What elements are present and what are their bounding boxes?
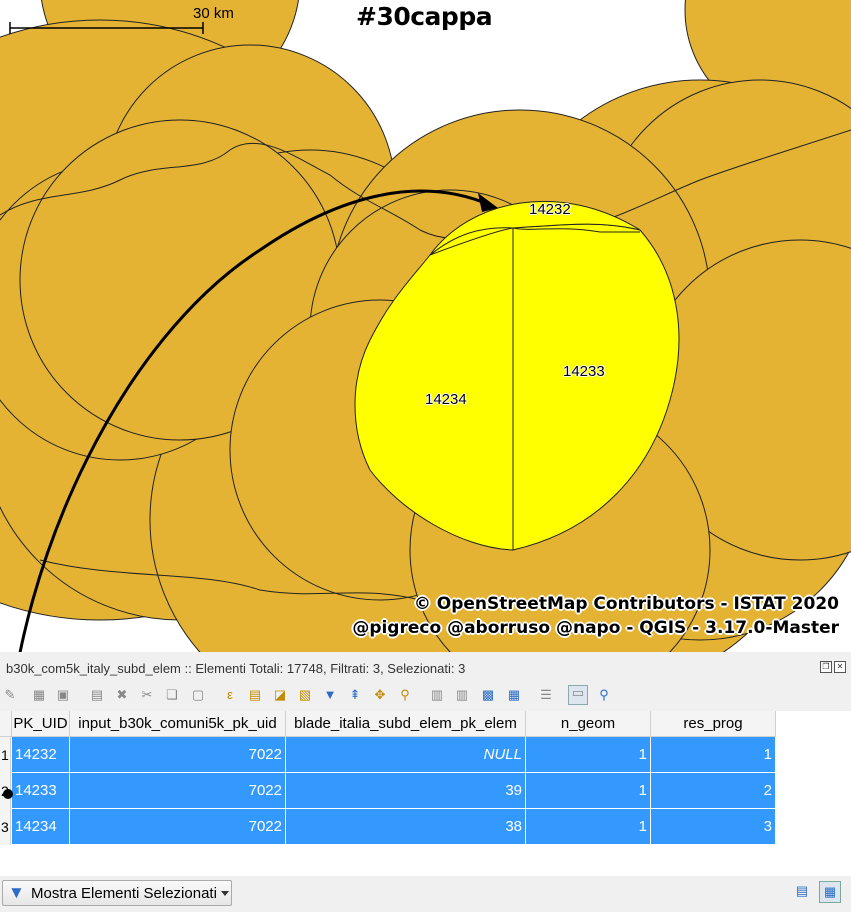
multi-edit-icon[interactable]: ▦ xyxy=(32,688,46,702)
add-feature-icon[interactable]: ▤ xyxy=(90,688,104,702)
table-cell[interactable]: 7022 xyxy=(70,737,286,773)
map-title: #30cappa xyxy=(356,2,493,31)
filter-button-label: Mostra Elementi Selezionati xyxy=(31,885,217,902)
table-cell[interactable]: 39 xyxy=(286,773,526,809)
table-view-icon[interactable]: ▦ xyxy=(819,881,841,903)
table-cell[interactable]: 38 xyxy=(286,809,526,845)
copy-icon[interactable]: ❏ xyxy=(165,688,179,702)
cut-icon[interactable]: ✂ xyxy=(140,688,154,702)
attribute-table-title: b30k_com5k_italy_subd_elem :: Elementi T… xyxy=(6,661,466,676)
table-cell[interactable]: 1 xyxy=(526,737,651,773)
column-header-pk-elem[interactable]: blade_italia_subd_elem_pk_elem xyxy=(286,711,526,737)
table-cell[interactable]: 1 xyxy=(526,773,651,809)
table-cell[interactable]: 1 xyxy=(526,809,651,845)
field-calculator-icon[interactable]: ▩ xyxy=(481,688,495,702)
column-header-input-pk-uid[interactable]: input_b30k_comuni5k_pk_uid xyxy=(70,711,286,737)
scale-bar-label: 30 km xyxy=(193,5,234,22)
zoom-to-selection-icon[interactable]: ⚲ xyxy=(398,688,412,702)
filter-selection-icon[interactable]: ▼ xyxy=(323,688,337,702)
row-number[interactable]: 1 xyxy=(0,737,11,773)
map-canvas[interactable]: #30cappa 30 km 14232 14233 14234 © OpenS… xyxy=(0,0,851,652)
table-cell[interactable]: 14232 xyxy=(12,737,70,773)
corner-header[interactable] xyxy=(0,711,12,737)
show-selected-features-dropdown[interactable]: ▼ Mostra Elementi Selezionati xyxy=(2,880,232,906)
expression-select-icon[interactable]: ε xyxy=(223,688,237,702)
column-header-res-prog[interactable]: res_prog xyxy=(651,711,776,737)
chevron-down-icon xyxy=(221,891,229,896)
table-cell[interactable]: 7022 xyxy=(70,773,286,809)
delete-feature-icon[interactable]: ✖ xyxy=(115,688,129,702)
paste-icon[interactable]: ▢ xyxy=(191,688,205,702)
edit-pencil-icon[interactable]: ✎ xyxy=(3,688,17,702)
inspect-icon[interactable]: ⚲ xyxy=(597,688,611,702)
delete-field-icon[interactable]: ▥ xyxy=(455,688,469,702)
filter-icon: ▼ xyxy=(8,883,25,902)
map-svg xyxy=(0,0,851,652)
close-window-icon[interactable]: ✕ xyxy=(834,661,846,673)
dock-icon[interactable]: ▭ xyxy=(568,685,588,705)
polygon-label-14234: 14234 xyxy=(425,391,467,408)
window-buttons: ❐ ✕ xyxy=(820,661,846,673)
table-cell[interactable]: 2 xyxy=(651,773,776,809)
map-credit-line-1: © OpenStreetMap Contributors - ISTAT 202… xyxy=(413,594,839,614)
form-view-icon[interactable]: ▤ xyxy=(791,881,813,903)
attribute-toolbar: ✎ ▦ ▣ ▤ ✖ ✂ ❏ ▢ ε ▤ ◪ ▧ ▼ ⇞ ✥ ⚲ ▥ ▥ ▩ ▦ … xyxy=(0,685,851,707)
table-cell[interactable]: 3 xyxy=(651,809,776,845)
float-window-icon[interactable]: ❐ xyxy=(820,661,832,673)
move-selection-top-icon[interactable]: ⇞ xyxy=(348,688,362,702)
deselect-icon[interactable]: ▧ xyxy=(298,688,312,702)
new-field-icon[interactable]: ▥ xyxy=(430,688,444,702)
column-header-n-geom[interactable]: n_geom xyxy=(526,711,651,737)
pan-to-selection-icon[interactable]: ✥ xyxy=(373,688,387,702)
polygon-label-14233: 14233 xyxy=(563,363,605,380)
select-all-icon[interactable]: ▤ xyxy=(248,688,262,702)
table-cell[interactable]: NULL xyxy=(286,737,526,773)
table-cell[interactable]: 14234 xyxy=(12,809,70,845)
map-credit-line-2: @pigreco @aborruso @napo - QGIS - 3.17.0… xyxy=(352,618,839,638)
arrow-origin-dot xyxy=(3,789,13,799)
save-icon[interactable]: ▣ xyxy=(56,688,70,702)
attribute-bottom-bar: ▼ Mostra Elementi Selezionati ▤ ▦ xyxy=(0,876,851,912)
actions-icon[interactable]: ☰ xyxy=(539,688,553,702)
row-number[interactable]: 3 xyxy=(0,809,11,845)
polygon-label-14232: 14232 xyxy=(529,201,571,218)
column-header-pk-uid[interactable]: PK_UID xyxy=(12,711,70,737)
conditional-format-icon[interactable]: ▦ xyxy=(507,688,521,702)
table-cell[interactable]: 1 xyxy=(651,737,776,773)
attribute-table-panel: b30k_com5k_italy_subd_elem :: Elementi T… xyxy=(0,652,851,916)
table-cell[interactable]: 14233 xyxy=(12,773,70,809)
table-cell[interactable]: 7022 xyxy=(70,809,286,845)
invert-selection-icon[interactable]: ◪ xyxy=(273,688,287,702)
